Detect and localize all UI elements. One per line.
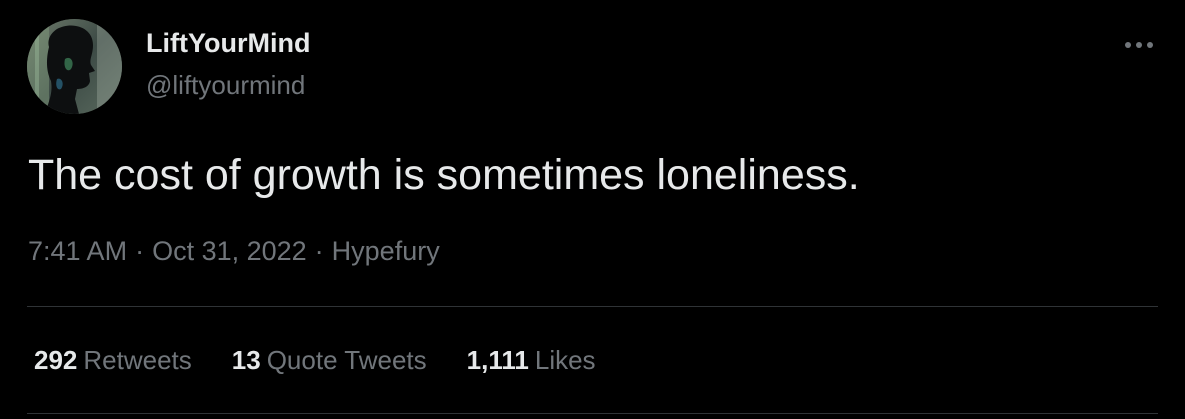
quote-tweets-count: 13 [231, 345, 261, 375]
tweet-text: The cost of growth is sometimes loneline… [28, 151, 860, 199]
profile-silhouette-icon [27, 19, 122, 114]
retweets-count: 292 [34, 345, 78, 375]
more-options-button[interactable] [1116, 28, 1162, 62]
quote-tweets-stat[interactable]: 13 Quote Tweets [232, 345, 427, 376]
tweet-time-link[interactable]: 7:41 AM [28, 236, 127, 266]
avatar[interactable] [27, 19, 122, 114]
tweet-metadata: 7:41 AM · Oct 31, 2022 · Hypefury [28, 236, 440, 267]
author-handle[interactable]: @liftyourmind [146, 70, 305, 101]
likes-count: 1,111 [466, 345, 529, 375]
tweet-stats: 292 Retweets 13 Quote Tweets 1,111 Likes [34, 345, 636, 376]
divider [27, 413, 1158, 414]
more-options-icon [1125, 42, 1153, 48]
tweet-detail: LiftYourMind @liftyourmind The cost of g… [0, 0, 1185, 419]
likes-label: Likes [534, 345, 596, 375]
divider [27, 306, 1158, 307]
tweet-source-link[interactable]: Hypefury [332, 236, 440, 266]
tweet-date-link[interactable]: Oct 31, 2022 [152, 236, 307, 266]
likes-stat[interactable]: 1,111 Likes [467, 345, 596, 376]
retweets-stat[interactable]: 292 Retweets [34, 345, 192, 376]
quote-tweets-label: Quote Tweets [266, 345, 427, 375]
retweets-label: Retweets [83, 345, 192, 375]
meta-separator: · [135, 236, 145, 266]
author-display-name[interactable]: LiftYourMind [146, 28, 310, 59]
meta-separator: · [314, 236, 324, 266]
